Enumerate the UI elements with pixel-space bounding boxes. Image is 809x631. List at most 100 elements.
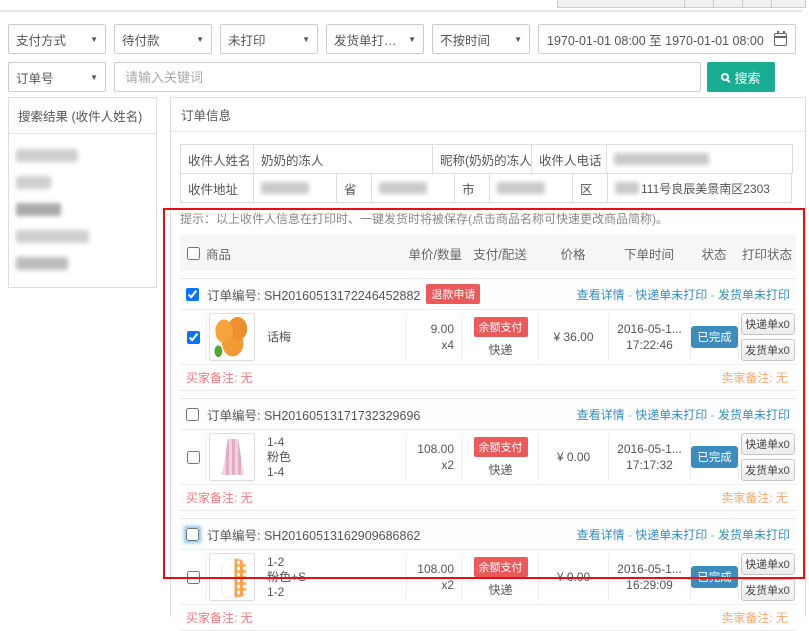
date-range-value: 1970-01-01 08:00 至 1970-01-01 08:00	[547, 30, 764, 49]
order-group: 订单编号: SH20160513162909686862 查看详情 - 快递单未…	[180, 518, 796, 631]
product-checkbox[interactable]	[187, 571, 200, 584]
district-input[interactable]	[489, 173, 573, 203]
order-header-row: 订单编号: SH20160513171732329696 查看详情 - 快递单未…	[180, 399, 796, 429]
remark-row: 买家备注: 无 卖家备注: 无	[180, 604, 796, 630]
product-name[interactable]: 1-2粉色+S1-2	[267, 555, 306, 600]
order-action-link[interactable]: 发货单未打印	[718, 288, 790, 302]
print-count-button[interactable]: 快递单x0	[741, 313, 795, 335]
filter-select-label: 不按时间	[440, 30, 490, 49]
product-name[interactable]: 话梅	[267, 330, 291, 345]
phone-input[interactable]	[606, 144, 793, 174]
pay-delivery-cell: 余额支付 快递	[462, 313, 538, 361]
product-image[interactable]	[209, 553, 255, 601]
order-checkbox[interactable]	[186, 408, 199, 421]
remark-row: 买家备注: 无 卖家备注: 无	[180, 484, 796, 510]
product-row: 1-2粉色+S1-2 108.00 x2 余额支付 快递 ¥ 0.00 2016…	[180, 549, 796, 604]
unit-price: 108.00	[417, 441, 454, 457]
filter-select-print-status[interactable]: 未打印 ▼	[220, 24, 318, 54]
order-action-link[interactable]: 快递单未打印	[635, 408, 707, 422]
status-badge: 已完成	[691, 566, 738, 588]
recipient-name-input[interactable]: 奶奶的冻人	[253, 144, 433, 174]
search-type-label: 订单号	[16, 68, 54, 87]
price-cell: ¥ 0.00	[538, 553, 608, 601]
order-price: ¥ 36.00	[553, 329, 593, 345]
search-result-item[interactable]	[9, 223, 156, 250]
redacted-city	[379, 182, 427, 194]
product-checkbox-cell	[180, 433, 206, 481]
payment-method-badge: 余额支付	[474, 437, 528, 457]
search-input[interactable]	[114, 62, 701, 92]
cutoff-tab[interactable]	[684, 0, 714, 8]
order-action-link[interactable]: 查看详情	[577, 408, 625, 422]
status-badge: 已完成	[691, 446, 738, 468]
nickname-label: 昵称(奶奶的冻人)	[432, 144, 532, 174]
delivery-method: 快递	[488, 341, 512, 358]
print-count-button[interactable]: 发货单x0	[741, 459, 795, 481]
product-checkbox[interactable]	[187, 331, 200, 344]
search-results-panel: 搜索结果 (收件人姓名)	[8, 97, 157, 288]
unit-price-qty-cell: 108.00 x2	[406, 433, 462, 481]
topbar-cutoff-tabs	[558, 0, 806, 8]
filter-select-payment[interactable]: 支付方式 ▼	[8, 24, 106, 54]
col-header-goods: 商品	[206, 244, 406, 263]
order-price: ¥ 0.00	[557, 569, 590, 585]
search-button[interactable]: 搜索	[707, 62, 775, 92]
order-action-link[interactable]: 查看详情	[577, 288, 625, 302]
search-result-item[interactable]	[9, 196, 156, 223]
cutoff-tab[interactable]	[713, 0, 743, 8]
print-count-button[interactable]: 发货单x0	[741, 339, 795, 361]
product-checkbox-cell	[180, 553, 206, 601]
search-result-item[interactable]	[9, 142, 156, 169]
search-type-select[interactable]: 订单号 ▼	[8, 62, 106, 92]
order-time: 17:17:32	[626, 457, 673, 473]
chevron-down-icon: ▼	[90, 35, 98, 44]
order-action-link[interactable]: 快递单未打印	[635, 288, 707, 302]
order-action-link[interactable]: 查看详情	[577, 528, 625, 542]
seller-note: 卖家备注: 无	[721, 369, 788, 386]
filter-select-time-mode[interactable]: 不按时间 ▼	[432, 24, 530, 54]
filter-select-label: 支付方式	[16, 30, 66, 49]
date-range-input[interactable]: 1970-01-01 08:00 至 1970-01-01 08:00	[538, 24, 796, 54]
print-count-button[interactable]: 快递单x0	[741, 553, 795, 575]
order-action-link[interactable]: 快递单未打印	[635, 528, 707, 542]
address-row: 收件地址 省 市 区 111号良辰美景南区2303	[180, 173, 796, 203]
cutoff-tab[interactable]	[557, 0, 685, 8]
quantity: x2	[441, 577, 454, 593]
district-suffix-label: 区	[572, 173, 608, 203]
order-checkbox[interactable]	[186, 288, 199, 301]
filter-select-payment-status[interactable]: 待付款 ▼	[114, 24, 212, 54]
print-count-button[interactable]: 发货单x0	[741, 579, 795, 601]
province-input[interactable]	[253, 173, 337, 203]
phone-label: 收件人电话	[531, 144, 607, 174]
print-status-cell: 快递单x0 发货单x0	[738, 313, 796, 361]
link-separator: -	[707, 288, 718, 302]
cutoff-tab[interactable]	[771, 0, 806, 8]
filter-select-invoice-print-status[interactable]: 发货单打印状态 ▼	[326, 24, 424, 54]
link-separator: -	[625, 408, 636, 422]
print-count-button[interactable]: 快递单x0	[741, 433, 795, 455]
col-header-unit-qty: 单价/数量	[406, 244, 462, 263]
redacted-name	[16, 149, 78, 162]
order-action-link[interactable]: 发货单未打印	[718, 408, 790, 422]
product-image[interactable]	[209, 433, 255, 481]
order-checkbox[interactable]	[186, 528, 199, 541]
order-header-row: 订单编号: SH20160513172246452882 退款申请 查看详情 -…	[180, 279, 796, 309]
city-suffix-label: 市	[454, 173, 490, 203]
select-all-checkbox[interactable]	[187, 247, 200, 260]
order-group: 订单编号: SH20160513172246452882 退款申请 查看详情 -…	[180, 278, 796, 391]
link-separator: -	[625, 528, 636, 542]
cutoff-tab[interactable]	[742, 0, 772, 8]
order-date: 2016-05-1...	[617, 561, 682, 577]
product-checkbox[interactable]	[187, 451, 200, 464]
search-result-item[interactable]	[9, 250, 156, 277]
redacted-address-prefix	[615, 182, 639, 194]
search-result-item[interactable]	[9, 169, 156, 196]
search-results-list	[9, 134, 156, 287]
product-name[interactable]: 1-4粉色1-4	[267, 435, 291, 480]
city-input[interactable]	[371, 173, 455, 203]
status-cell: 已完成	[690, 433, 738, 481]
address-detail-input[interactable]: 111号良辰美景南区2303	[607, 173, 792, 203]
order-action-link[interactable]: 发货单未打印	[718, 528, 790, 542]
product-image[interactable]	[209, 313, 255, 361]
filter-select-label: 待付款	[122, 30, 160, 49]
